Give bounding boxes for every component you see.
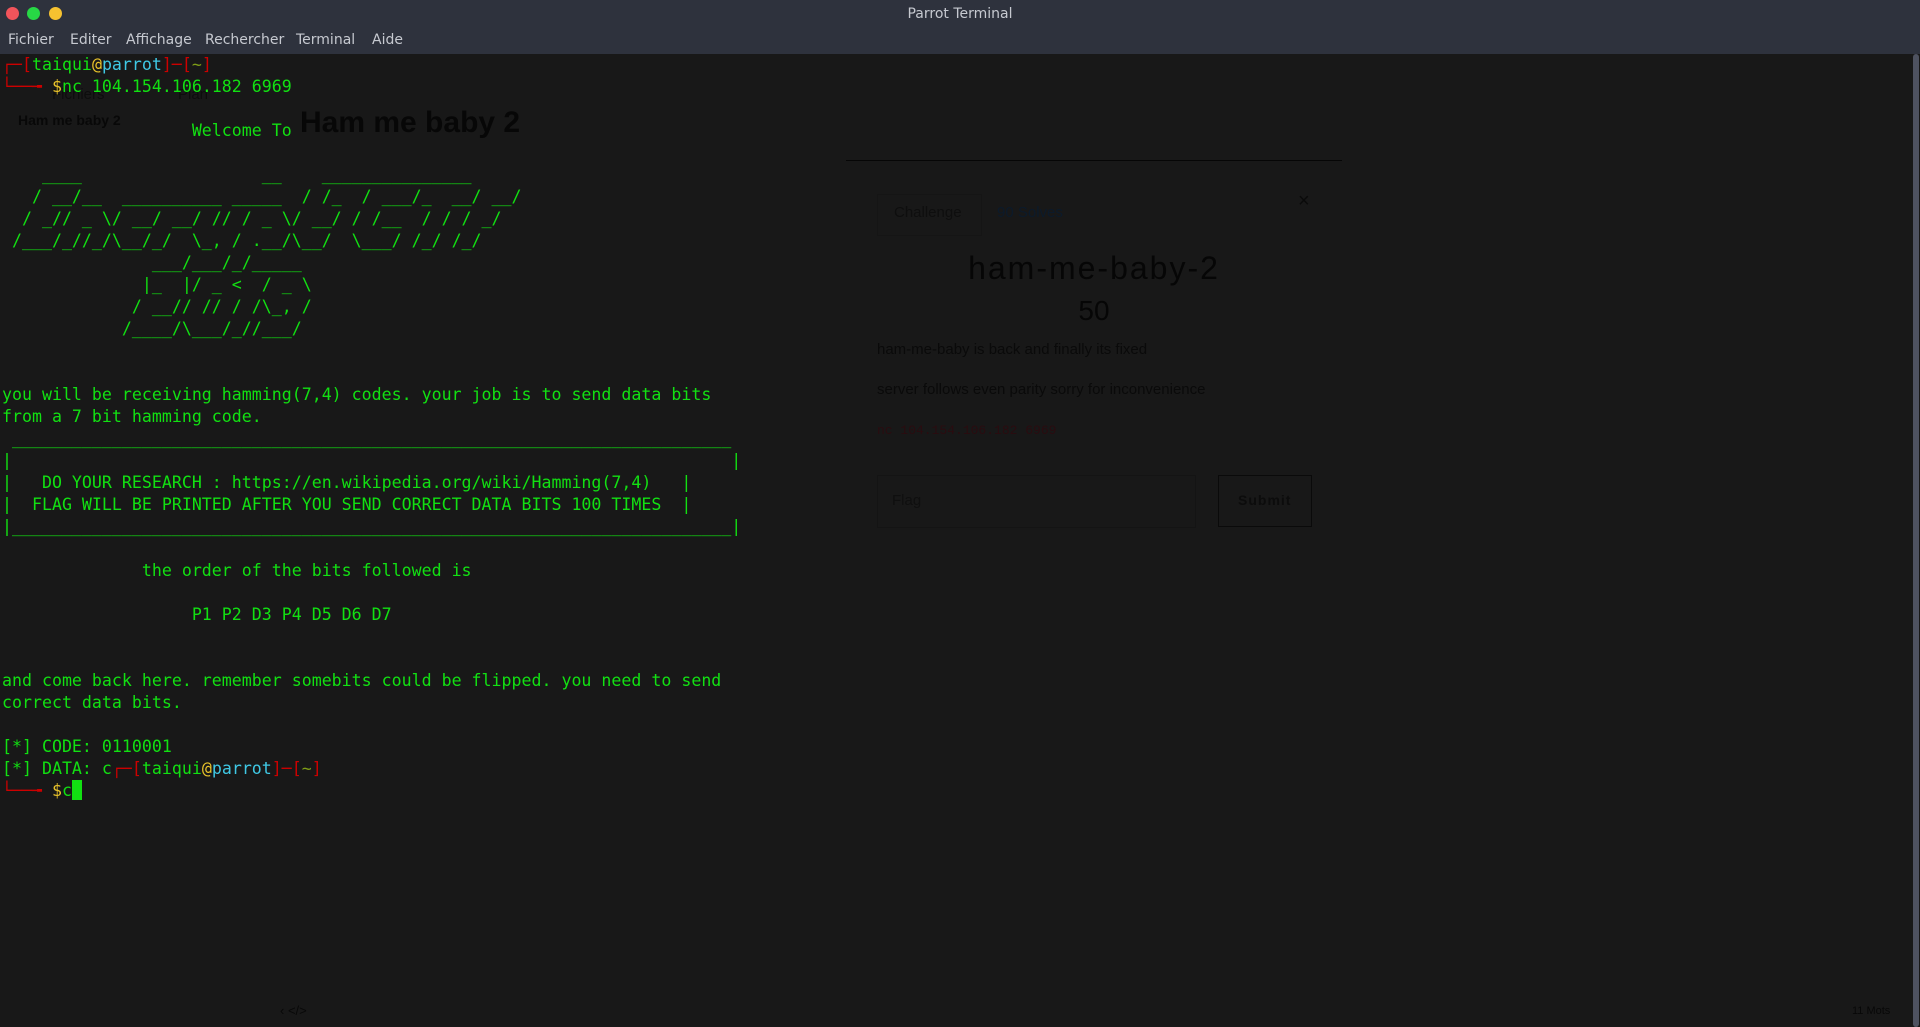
input-line[interactable]: └──╼ $c xyxy=(2,780,1907,802)
prompt-line: ┌─[taiqui@parrot]─[~] xyxy=(2,55,212,74)
intro-text: you will be receiving hamming(7,4) codes… xyxy=(2,385,712,404)
ascii-banner: ___/___/_/_____ xyxy=(2,253,302,272)
bits-order: P1 P2 D3 P4 D5 D6 D7 xyxy=(2,605,392,624)
scrollbar[interactable] xyxy=(1913,54,1919,1027)
remember-text: and come back here. remember somebits co… xyxy=(2,671,722,690)
remember-text: correct data bits. xyxy=(2,693,182,712)
bg-footer-left: ‹ </> xyxy=(280,1003,307,1018)
menu-terminal[interactable]: Terminal xyxy=(296,32,355,48)
menu-rechercher[interactable]: Rechercher xyxy=(205,32,284,48)
menu-aide[interactable]: Aide xyxy=(372,32,403,48)
intro-text: from a 7 bit hamming code. xyxy=(2,407,262,426)
command-text: nc 104.154.106.182 6969 xyxy=(61,77,292,96)
bg-footer-right: 11 Mots xyxy=(1852,1005,1891,1017)
info-box: | DO YOUR RESEARCH : https://en.wikipedi… xyxy=(2,473,692,492)
prompt-user: taiqui xyxy=(31,55,92,74)
ascii-banner: |_ |/ _ < / _ \ xyxy=(2,275,312,294)
info-box: | FLAG WILL BE PRINTED AFTER YOU SEND CO… xyxy=(2,495,692,514)
ascii-banner: / _// _ \/ __/ __/ // / _ \/ __/ / /__ /… xyxy=(2,209,502,228)
info-box: |_______________________________________… xyxy=(2,517,742,536)
prompt-host: parrot xyxy=(101,55,162,74)
window-title: Parrot Terminal xyxy=(907,6,1013,22)
data-line: [*] DATA: c┌─[taiqui@parrot]─[~] xyxy=(2,759,322,778)
menu-bar: Fichier Editer Affichage Rechercher Term… xyxy=(0,27,1920,54)
terminal-output[interactable]: ┌─[taiqui@parrot]─[~] └──╼ $nc 104.154.1… xyxy=(2,54,1907,802)
menu-editer[interactable]: Editer xyxy=(70,32,111,48)
ascii-banner: / __// // / /\_, / xyxy=(2,297,312,316)
welcome-text: Welcome To xyxy=(2,121,292,140)
order-text: the order of the bits followed is xyxy=(2,561,472,580)
menu-fichier[interactable]: Fichier xyxy=(8,32,54,48)
code-line: [*] CODE: 0110001 xyxy=(2,737,172,756)
title-bar: Parrot Terminal xyxy=(0,0,1920,27)
menu-affichage[interactable]: Affichage xyxy=(126,32,192,48)
info-box: | | xyxy=(2,451,742,470)
info-box: ________________________________________… xyxy=(2,429,732,448)
ascii-banner: /___/_//_/\__/_/ \_, / .__/\__/ \___/ /_… xyxy=(2,231,482,250)
typed-input[interactable]: c xyxy=(62,781,72,800)
ascii-banner: ____ __ _______________ xyxy=(2,165,472,184)
text-cursor xyxy=(71,780,82,800)
ascii-banner: /____/\___/_//___/ xyxy=(2,319,302,338)
command-line: └──╼ $nc 104.154.106.182 6969 xyxy=(2,77,292,96)
ascii-banner: / __/__ __________ _____ / /_ / ___/_ __… xyxy=(2,187,522,206)
